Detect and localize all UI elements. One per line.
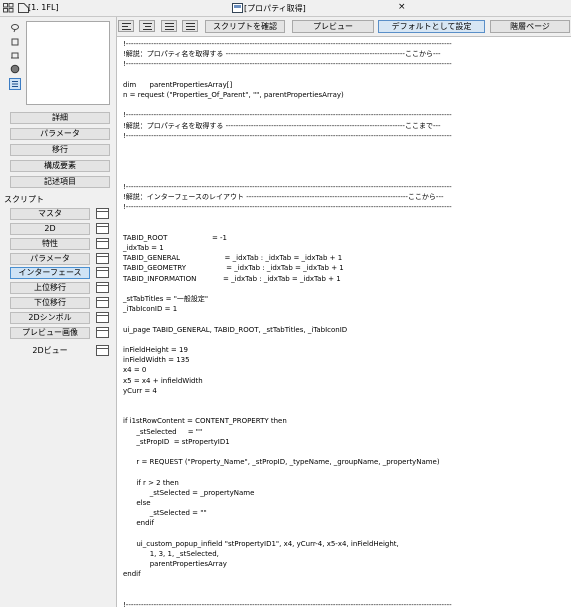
- hierarchy-page-button[interactable]: 階層ページ: [490, 20, 570, 33]
- script-section-label: スクリプト: [4, 195, 44, 204]
- window-icon[interactable]: [96, 312, 109, 323]
- window-icon[interactable]: [96, 327, 109, 338]
- align-center-icon[interactable]: [139, 20, 155, 32]
- outdent-icon[interactable]: [182, 20, 198, 32]
- code-line[interactable]: _iTabIconID = 1: [123, 304, 177, 314]
- code-line[interactable]: dim parentPropertiesArray[]: [123, 80, 232, 90]
- code-line[interactable]: if r > 2 then: [123, 478, 178, 488]
- set-as-default-button[interactable]: デフォルトとして設定: [378, 20, 485, 33]
- window-icon[interactable]: [96, 208, 109, 219]
- code-line[interactable]: !---------------------------------------…: [123, 59, 452, 69]
- script-parameters-button[interactable]: パラメータ: [10, 253, 90, 265]
- script-master-button[interactable]: マスタ: [10, 208, 90, 220]
- script-view-icon[interactable]: [9, 78, 21, 90]
- code-line[interactable]: !解説：プロパティ名を取得する ------------------------…: [123, 49, 441, 59]
- box-icon[interactable]: [10, 50, 20, 60]
- script-backward-migration-button[interactable]: 下位移行: [10, 297, 90, 309]
- code-line[interactable]: r = REQUEST ("Property_Name", _stPropID,…: [123, 457, 439, 467]
- close-icon[interactable]: ×: [398, 2, 406, 12]
- sphere-icon[interactable]: [10, 64, 20, 74]
- preview-button[interactable]: プレビュー: [292, 20, 374, 33]
- window-icon[interactable]: [96, 223, 109, 234]
- preview-box: [26, 21, 110, 105]
- window-icon[interactable]: [96, 267, 109, 278]
- code-line[interactable]: ui_custom_popup_infield "stPropertyID1",…: [123, 539, 398, 549]
- code-line[interactable]: !---------------------------------------…: [123, 202, 452, 212]
- square-icon[interactable]: [10, 37, 20, 47]
- view-tab-label[interactable]: [1. 1FL]: [28, 3, 59, 12]
- migration-button[interactable]: 移行: [10, 144, 110, 156]
- top-bar: [1. 1FL] [プロパティ取得] ×: [0, 0, 571, 17]
- code-line[interactable]: parentPropertiesArray: [123, 559, 227, 569]
- script-properties-button[interactable]: 特性: [10, 238, 90, 250]
- script-interface-button[interactable]: インターフェース: [10, 267, 90, 279]
- code-line[interactable]: TABID_GEOMETRY = _idxTab : _idxTab = _id…: [123, 263, 344, 273]
- left-panel: 詳細 パラメータ 移行 構成要素 記述項目 スクリプト マスタ 2D 特性 パラ…: [0, 17, 117, 607]
- code-line[interactable]: !---------------------------------------…: [123, 600, 452, 607]
- grid-icon[interactable]: [3, 3, 14, 13]
- code-line[interactable]: !解説：プロパティ名を取得する ------------------------…: [123, 121, 441, 131]
- code-line[interactable]: _stTabTitles = "一般設定": [123, 294, 208, 304]
- editor-tab-title[interactable]: [プロパティ取得]: [244, 3, 306, 14]
- library-part-icon: [232, 3, 243, 13]
- code-line[interactable]: else: [123, 498, 150, 508]
- code-line[interactable]: endif: [123, 569, 141, 579]
- window-icon[interactable]: [96, 282, 109, 293]
- script-preview-image-button[interactable]: プレビュー画像: [10, 327, 90, 339]
- code-line[interactable]: _idxTab = 1: [123, 243, 164, 253]
- code-line[interactable]: _stPropID = stPropertyID1: [123, 437, 229, 447]
- code-line[interactable]: TABID_ROOT = -1: [123, 233, 227, 243]
- code-line[interactable]: TABID_GENERAL = _idxTab : _idxTab = _idx…: [123, 253, 342, 263]
- script-forward-migration-button[interactable]: 上位移行: [10, 282, 90, 294]
- code-line[interactable]: x5 = x4 + infieldWidth: [123, 376, 203, 386]
- code-line[interactable]: !解説：インターフェースのレイアウト ---------------------…: [123, 192, 444, 202]
- code-line[interactable]: !---------------------------------------…: [123, 39, 452, 49]
- code-line[interactable]: _stSelected = "": [123, 508, 207, 518]
- window-icon[interactable]: [96, 238, 109, 249]
- indent-icon[interactable]: [161, 20, 177, 32]
- code-line[interactable]: if i1stRowContent = CONTENT_PROPERTY the…: [123, 416, 287, 426]
- code-line[interactable]: endif: [123, 518, 154, 528]
- script-2d-symbol-button[interactable]: 2Dシンボル: [10, 312, 90, 324]
- script-editor[interactable]: !---------------------------------------…: [117, 36, 571, 607]
- details-button[interactable]: 詳細: [10, 112, 110, 124]
- check-script-button[interactable]: スクリプトを確認: [205, 20, 285, 33]
- code-line[interactable]: _stSelected = "": [123, 427, 202, 437]
- code-line[interactable]: yCurr = 4: [123, 386, 157, 396]
- script-2d-button[interactable]: 2D: [10, 223, 90, 235]
- code-line[interactable]: inFieldHeight = 19: [123, 345, 188, 355]
- code-line[interactable]: !---------------------------------------…: [123, 131, 452, 141]
- parameters-button[interactable]: パラメータ: [10, 128, 110, 140]
- code-line[interactable]: 1, 3, 1, _stSelected,: [123, 549, 219, 559]
- 2d-view-button[interactable]: 2Dビュー: [10, 345, 90, 357]
- code-line[interactable]: n = request ("Properties_Of_Parent", "",…: [123, 90, 344, 100]
- code-line[interactable]: inFieldWidth = 135: [123, 355, 190, 365]
- lasso-icon[interactable]: [10, 23, 20, 33]
- code-line[interactable]: !---------------------------------------…: [123, 182, 452, 192]
- code-line[interactable]: ui_page TABID_GENERAL, TABID_ROOT, _stTa…: [123, 325, 347, 335]
- window-icon[interactable]: [96, 253, 109, 264]
- components-button[interactable]: 構成要素: [10, 160, 110, 172]
- code-line[interactable]: TABID_INFORMATION = _idxTab : _idxTab = …: [123, 274, 341, 284]
- window-icon[interactable]: [96, 345, 109, 356]
- editor-toolbar: スクリプトを確認 プレビュー デフォルトとして設定 階層ページ: [117, 17, 571, 36]
- code-line[interactable]: x4 = 0: [123, 365, 146, 375]
- code-line[interactable]: _stSelected = _propertyName: [123, 488, 255, 498]
- align-left-icon[interactable]: [118, 20, 134, 32]
- code-line[interactable]: !---------------------------------------…: [123, 110, 452, 120]
- descriptors-button[interactable]: 記述項目: [10, 176, 110, 188]
- window-icon[interactable]: [96, 297, 109, 308]
